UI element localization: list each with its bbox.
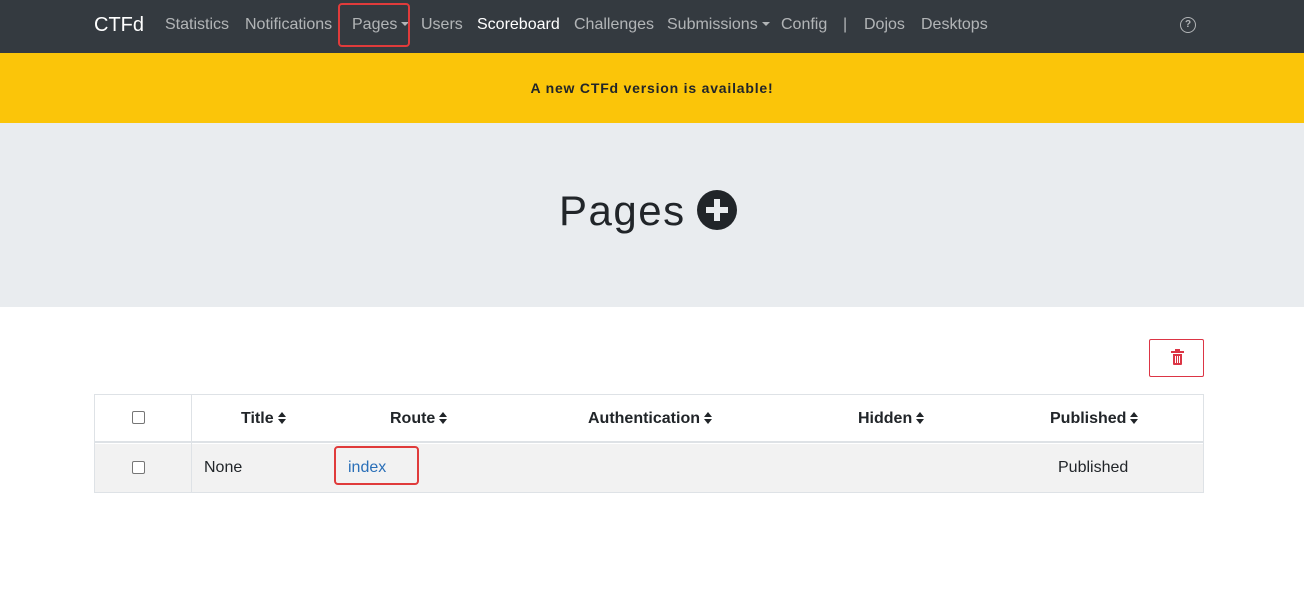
- nav-submissions-label: Submissions: [667, 16, 758, 33]
- nav-scoreboard[interactable]: Scoreboard: [477, 15, 560, 35]
- sort-icon: [1130, 412, 1139, 424]
- pages-table: Title Route Authentication Hidden Publis…: [94, 394, 1204, 493]
- chevron-down-icon: [761, 22, 770, 26]
- page-header: Pages: [0, 123, 1304, 307]
- highlight-box-pages: [338, 3, 410, 47]
- nav-config[interactable]: Config: [781, 15, 827, 35]
- nav-statistics[interactable]: Statistics: [165, 15, 229, 35]
- column-header-route[interactable]: Route: [390, 410, 448, 428]
- nav-challenges[interactable]: Challenges: [574, 15, 654, 35]
- nav-dojos[interactable]: Dojos: [864, 15, 905, 35]
- sort-icon: [439, 412, 448, 424]
- table-header: Title Route Authentication Hidden Publis…: [95, 395, 1203, 443]
- cell-published: Published: [1058, 459, 1129, 476]
- sort-icon: [916, 412, 925, 424]
- brand-logo[interactable]: CTFd: [94, 13, 144, 37]
- sort-icon: [704, 412, 712, 424]
- nav-users[interactable]: Users: [421, 15, 463, 35]
- select-all-checkbox[interactable]: [132, 411, 145, 424]
- table-row: None index Published: [95, 444, 1203, 492]
- column-header-title[interactable]: Title: [241, 410, 286, 428]
- question-circle-icon[interactable]: ?: [1180, 17, 1196, 33]
- trash-icon: [1171, 349, 1184, 365]
- delete-selected-button[interactable]: [1149, 339, 1204, 377]
- page-title: Pages: [559, 187, 686, 234]
- sort-icon: [277, 412, 286, 424]
- plus-circle-icon[interactable]: [697, 190, 737, 230]
- column-divider: [191, 395, 192, 492]
- highlight-box-index: [334, 446, 419, 485]
- nav-separator: |: [843, 16, 848, 33]
- column-header-hidden[interactable]: Hidden: [858, 410, 925, 428]
- column-header-published[interactable]: Published: [1050, 410, 1139, 428]
- row-checkbox[interactable]: [132, 461, 145, 474]
- nav-submissions-dropdown[interactable]: Submissions: [667, 15, 770, 35]
- nav-notifications[interactable]: Notifications: [245, 15, 332, 35]
- column-header-authentication[interactable]: Authentication: [588, 410, 712, 428]
- cell-title: None: [204, 459, 243, 476]
- update-alert-banner: A new CTFd version is available!: [0, 53, 1304, 123]
- alert-text: A new CTFd version is available!: [530, 80, 774, 96]
- top-navbar: CTFd Statistics Notifications Pages User…: [0, 0, 1304, 53]
- nav-desktops[interactable]: Desktops: [921, 15, 988, 35]
